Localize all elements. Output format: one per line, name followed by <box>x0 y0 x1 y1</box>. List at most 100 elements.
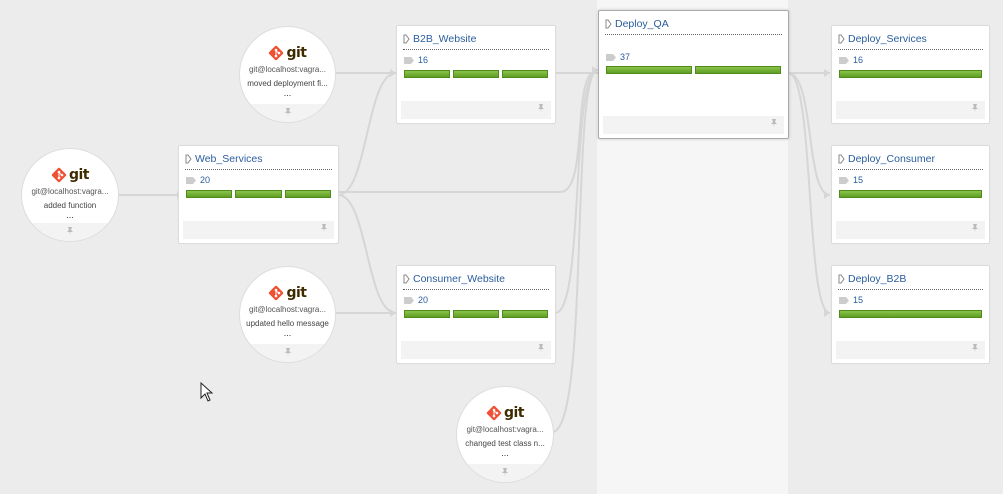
pipeline-run-number[interactable]: 37 <box>620 52 630 62</box>
material-commit-message: moved deployment fi... <box>247 79 328 88</box>
pipeline-name-link[interactable]: Deploy_Consumer <box>848 153 935 165</box>
pipeline-header: Consumer_Website <box>403 272 549 290</box>
pipeline-footer <box>183 221 334 239</box>
stage-bars <box>839 190 982 198</box>
pipeline-name-link[interactable]: Web_Services <box>195 153 263 165</box>
pipeline-header: Deploy_B2B <box>838 272 983 290</box>
material-node[interactable]: git git@localhost:vagra... updated hello… <box>239 266 336 363</box>
stage-bars <box>839 70 982 78</box>
stage-bar-passed[interactable] <box>606 66 692 74</box>
pipeline-footer <box>836 101 985 119</box>
edge-web-b2b <box>337 72 397 196</box>
pipeline-header: Deploy_Consumer <box>838 152 983 170</box>
pin-icon[interactable] <box>971 104 979 112</box>
pin-icon[interactable] <box>284 348 292 356</box>
pipeline-node-deploy-qa[interactable]: Deploy_QA 37 <box>598 10 789 139</box>
pipeline-icon <box>838 34 845 44</box>
pipeline-run-number[interactable]: 16 <box>418 55 428 65</box>
pipeline-run-number[interactable]: 15 <box>853 175 863 185</box>
pipeline-node-deploy-consumer[interactable]: Deploy_Consumer 15 <box>831 145 990 244</box>
material-more-indicator[interactable]: ... <box>457 448 553 458</box>
value-stream-map-canvas: git git@localhost:vagra... added functio… <box>0 0 1003 494</box>
pipeline-icon <box>403 274 410 284</box>
material-repo-url: git@localhost:vagra... <box>31 187 109 196</box>
mouse-cursor-icon <box>200 382 214 402</box>
git-logo-text: git <box>286 285 307 301</box>
edge-consumer-deployqa <box>554 69 599 314</box>
stage-bar-passed[interactable] <box>453 70 499 78</box>
pin-icon[interactable] <box>971 224 979 232</box>
tag-icon <box>839 57 849 64</box>
pin-icon[interactable] <box>501 468 509 476</box>
stage-bar-passed[interactable] <box>284 190 331 198</box>
pipeline-name-link[interactable]: Deploy_QA <box>615 18 669 30</box>
pipeline-run-number[interactable]: 16 <box>853 55 863 65</box>
material-node[interactable]: git git@localhost:vagra... moved deploym… <box>239 26 336 123</box>
pipeline-node-b2b-website[interactable]: B2B_Website 16 <box>396 25 556 124</box>
material-footer <box>22 223 118 241</box>
pipeline-header: Deploy_QA <box>605 17 782 35</box>
stage-bar-passed[interactable] <box>502 70 548 78</box>
material-footer <box>240 344 335 362</box>
pipeline-icon <box>403 34 410 44</box>
material-node[interactable]: git git@localhost:vagra... added functio… <box>21 148 119 242</box>
pipeline-footer <box>603 116 784 134</box>
git-logo-text: git <box>503 405 525 421</box>
material-repo-url: git@localhost:vagra... <box>248 305 327 314</box>
stage-bar-passed[interactable] <box>502 310 548 318</box>
stage-bars <box>606 66 781 74</box>
pipeline-name-link[interactable]: Deploy_Services <box>848 33 927 45</box>
material-node[interactable]: git git@localhost:vagra... changed test … <box>456 386 554 483</box>
pipeline-footer <box>401 101 551 119</box>
pipeline-node-deploy-services[interactable]: Deploy_Services 16 <box>831 25 990 124</box>
material-more-indicator[interactable]: ... <box>22 210 118 220</box>
material-repo-url: git@localhost:vagra... <box>466 425 544 434</box>
stage-bar-passed[interactable] <box>186 190 233 198</box>
git-logo-icon: git <box>22 166 118 184</box>
material-commit-message: updated hello message <box>246 319 329 328</box>
stage-bar-passed[interactable] <box>404 70 450 78</box>
pipeline-header: Web_Services <box>185 152 332 170</box>
pipeline-footer <box>401 341 551 359</box>
git-logo-icon: git <box>240 44 335 62</box>
stage-bars <box>839 310 982 318</box>
pipeline-run-number[interactable]: 20 <box>418 295 428 305</box>
git-logo-text: git <box>286 45 307 61</box>
pin-icon[interactable] <box>284 108 292 116</box>
stage-bar-passed[interactable] <box>235 190 282 198</box>
edge-web-consumer <box>337 194 397 314</box>
stage-bar-passed[interactable] <box>839 70 982 78</box>
stage-bar-passed[interactable] <box>695 66 781 74</box>
material-more-indicator[interactable]: ... <box>240 88 335 98</box>
pipeline-icon <box>838 154 845 164</box>
pipeline-name-link[interactable]: B2B_Website <box>413 33 476 45</box>
pipeline-header: Deploy_Services <box>838 32 983 50</box>
pipeline-icon <box>838 274 845 284</box>
stage-bar-passed[interactable] <box>839 190 982 198</box>
stage-bar-passed[interactable] <box>404 310 450 318</box>
material-more-indicator[interactable]: ... <box>240 328 335 338</box>
pipeline-node-web-services[interactable]: Web_Services 20 <box>178 145 339 244</box>
pin-icon[interactable] <box>537 344 545 352</box>
pin-icon[interactable] <box>971 344 979 352</box>
tag-icon <box>186 177 196 184</box>
pipeline-name-link[interactable]: Deploy_B2B <box>848 273 906 285</box>
stage-bar-passed[interactable] <box>453 310 499 318</box>
tag-icon <box>839 177 849 184</box>
stage-bars <box>404 310 548 318</box>
edge-deployqa-b2b <box>787 72 831 314</box>
pipeline-header: B2B_Website <box>403 32 549 50</box>
pipeline-node-consumer-website[interactable]: Consumer_Website 20 <box>396 265 556 364</box>
pipeline-run-number[interactable]: 20 <box>200 175 210 185</box>
tag-icon <box>404 297 414 304</box>
pin-icon[interactable] <box>770 119 778 127</box>
git-logo-icon: git <box>457 404 553 422</box>
pin-icon[interactable] <box>537 104 545 112</box>
pin-icon[interactable] <box>320 224 328 232</box>
pipeline-run-number[interactable]: 15 <box>853 295 863 305</box>
pin-icon[interactable] <box>66 227 74 235</box>
pipeline-name-link[interactable]: Consumer_Website <box>413 273 505 285</box>
stage-bar-passed[interactable] <box>839 310 982 318</box>
pipeline-footer <box>836 341 985 359</box>
pipeline-node-deploy-b2b[interactable]: Deploy_B2B 15 <box>831 265 990 364</box>
